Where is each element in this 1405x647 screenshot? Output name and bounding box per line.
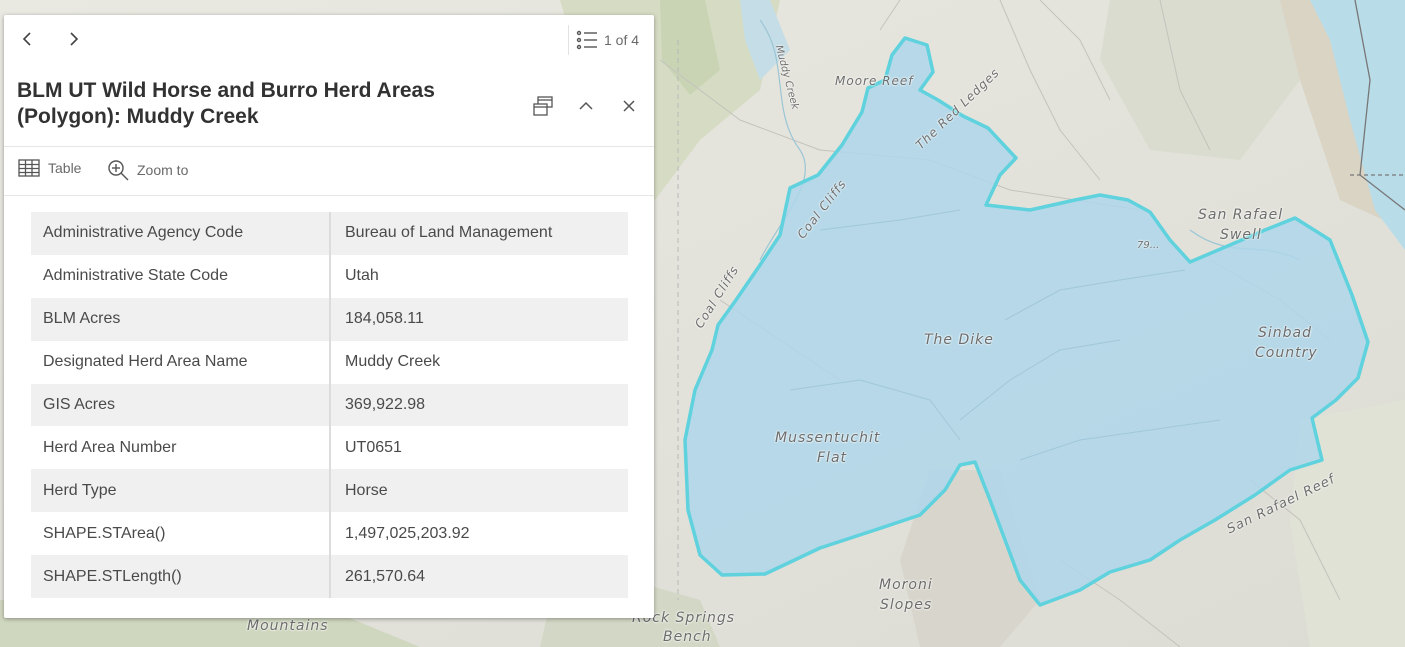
chevron-left-icon xyxy=(22,32,31,46)
map-label-bench: Bench xyxy=(663,629,712,645)
table-action-label: Table xyxy=(48,160,82,176)
attribute-value: 261,570.64 xyxy=(330,555,628,599)
map-label-mussentuchit: Mussentuchit xyxy=(775,430,881,446)
chevron-right-icon xyxy=(70,32,79,46)
attribute-key: BLM Acres xyxy=(31,297,331,341)
attribute-value: 1,497,025,203.92 xyxy=(345,524,470,542)
table-action[interactable]: Table xyxy=(18,159,81,177)
attribute-key: Administrative Agency Code xyxy=(31,212,331,255)
attribute-key: GIS Acres xyxy=(31,383,331,427)
attribute-value: 369,922.98 xyxy=(330,383,628,427)
table-row: Herd Type Horse xyxy=(31,469,628,513)
attribute-value: UT0651 xyxy=(345,438,402,456)
popup-title: BLM UT Wild Horse and Burro Herd Areas (… xyxy=(17,79,435,128)
attribute-key: SHAPE.STArea() xyxy=(31,512,331,556)
attribute-value: Bureau of Land Management xyxy=(330,212,628,255)
map-label-route: 79... xyxy=(1137,240,1160,251)
chevron-up-icon xyxy=(579,101,593,110)
attribute-key: Administrative State Code xyxy=(31,254,331,298)
feature-list-button[interactable]: 1 of 4 xyxy=(576,26,639,54)
attribute-key: SHAPE.STLength() xyxy=(31,555,331,599)
map-label-the-dike: The Dike xyxy=(924,332,994,348)
attribute-value: Muddy Creek xyxy=(345,353,441,371)
table-icon xyxy=(18,159,40,177)
close-icon xyxy=(623,100,635,112)
map-label-san-rafael: San Rafael xyxy=(1198,207,1284,223)
zoom-to-action[interactable]: Zoom to xyxy=(107,159,188,181)
table-row: Herd Area Number UT0651 xyxy=(31,426,628,470)
previous-feature-button[interactable] xyxy=(14,25,42,53)
map-label-mountains: Mountains xyxy=(247,618,329,634)
zoom-in-icon xyxy=(108,160,129,181)
table-row: GIS Acres 369,922.98 xyxy=(31,383,628,427)
table-row: SHAPE.STArea() 1,497,025,203.92 xyxy=(31,512,628,556)
close-button[interactable] xyxy=(616,93,642,119)
map-label-sinbad: Sinbad xyxy=(1258,325,1313,341)
attribute-table: Administrative Agency Code Bureau of Land… xyxy=(31,212,628,599)
table-row: Administrative Agency Code Bureau of Land… xyxy=(31,212,628,255)
attribute-key: Herd Type xyxy=(31,469,331,513)
attribute-key: Herd Area Number xyxy=(31,426,331,470)
map-label-swell: Swell xyxy=(1220,227,1262,243)
map-label-flat: Flat xyxy=(817,450,848,466)
attribute-value: Utah xyxy=(345,267,379,285)
next-feature-button[interactable] xyxy=(59,25,87,53)
popup-action-bar: Table Zoom to xyxy=(4,146,654,196)
map-label-slopes: Slopes xyxy=(880,597,933,613)
attribute-value: 184,058.11 xyxy=(330,297,628,341)
map-label-moroni: Moroni xyxy=(879,577,933,593)
table-row: BLM Acres 184,058.11 xyxy=(31,297,628,341)
attribute-value: Horse xyxy=(330,469,628,513)
map-label-country: Country xyxy=(1255,345,1318,361)
popup-nav-bar: 1 of 4 xyxy=(4,15,654,65)
feature-popup: 1 of 4 BLM UT Wild Horse and Burro Herd … xyxy=(4,15,654,618)
zoom-to-label: Zoom to xyxy=(137,162,189,178)
attribute-key: Designated Herd Area Name xyxy=(31,340,331,384)
table-row: Administrative State Code Utah xyxy=(31,254,628,298)
page-indicator: 1 of 4 xyxy=(604,32,640,48)
divider xyxy=(568,25,569,55)
dock-icon xyxy=(533,96,553,116)
table-row: Designated Herd Area Name Muddy Creek xyxy=(31,340,628,384)
table-row: SHAPE.STLength() 261,570.64 xyxy=(31,555,628,599)
map-label-moore-reef: Moore Reef xyxy=(835,74,914,88)
collapse-button[interactable] xyxy=(573,93,599,119)
dock-button[interactable] xyxy=(530,93,556,119)
list-icon xyxy=(576,30,597,50)
